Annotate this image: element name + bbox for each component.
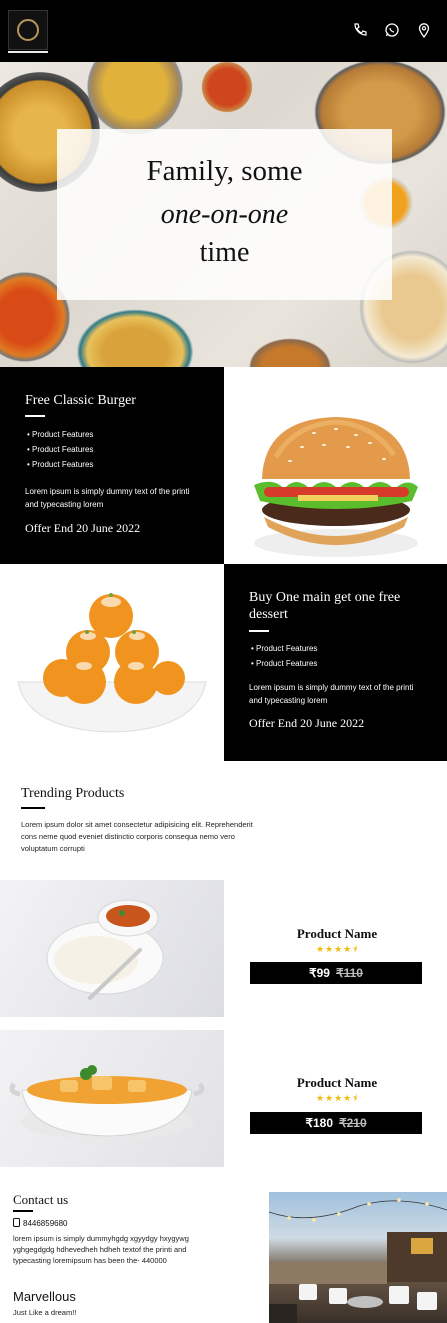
product-name[interactable]: Product Name <box>251 926 423 942</box>
title-underline <box>21 807 45 809</box>
phone-icon[interactable] <box>352 22 368 38</box>
hero-food-bowl <box>240 332 340 367</box>
burger-image <box>224 367 447 564</box>
brand-name: Marvellous <box>13 1289 76 1304</box>
feature-item: • Product Features <box>251 659 318 668</box>
promo-title: Free Classic Burger <box>25 393 136 408</box>
hero-headline-line2: one-on-one <box>160 199 289 230</box>
restaurant-logo[interactable] <box>8 10 48 50</box>
hero-headline-card: Family, some one-on-one time <box>57 129 392 300</box>
product-image[interactable] <box>0 1030 224 1167</box>
price-bar[interactable]: ₹180 ₹210 <box>250 1112 422 1134</box>
offer-end-date: Offer End 20 June 2022 <box>25 521 141 535</box>
feature-item: • Product Features <box>27 430 94 439</box>
product-price: ₹180 <box>305 1116 333 1130</box>
top-navbar <box>0 0 447 62</box>
product-old-price: ₹110 <box>335 966 363 980</box>
phone-number: 8446859680 <box>23 1219 68 1228</box>
hero-headline-line1: Family, some <box>146 155 303 187</box>
feature-item: • Product Features <box>251 644 318 653</box>
offer-end-date: Offer End 20 June 2022 <box>249 716 365 730</box>
product-price: ₹99 <box>309 966 330 980</box>
mobile-phone-icon <box>13 1218 20 1227</box>
promo-title: Buy One main get one free dessert <box>249 590 401 622</box>
hero-headline-line3: time <box>199 237 250 268</box>
logo-underline <box>8 51 48 53</box>
rice-curry-illustration <box>46 899 164 1000</box>
trending-products-title: Trending Products <box>21 786 125 801</box>
promo-description: Lorem ipsum is simply dummy text of the … <box>249 683 414 705</box>
contact-description: lorem ipsum is simply dummyhgdg xgyydgy … <box>13 1234 189 1265</box>
title-underline <box>249 630 269 632</box>
star-rating: ★★★★⯨ <box>315 944 359 954</box>
hero-food-bowl <box>60 297 210 367</box>
title-underline <box>25 415 45 417</box>
restaurant-patio-image <box>269 1192 447 1323</box>
contact-phone[interactable]: 8446859680 <box>13 1218 68 1228</box>
burger-illustration <box>254 417 418 557</box>
title-underline <box>13 1210 33 1212</box>
feature-item: • Product Features <box>27 460 94 469</box>
promo-description: Lorem ipsum is simply dummy text of the … <box>25 487 190 509</box>
patio-illustration <box>269 1198 447 1323</box>
brand-tagline: Just Like a dream!! <box>13 1308 77 1317</box>
price-bar[interactable]: ₹99 ₹110 <box>250 962 422 984</box>
logo-crest-icon <box>17 19 39 41</box>
whatsapp-icon[interactable] <box>384 22 400 38</box>
feature-item: • Product Features <box>27 445 94 454</box>
trending-description: Lorem ipsum dolor sit amet consectetur a… <box>21 820 253 853</box>
product-old-price: ₹210 <box>339 1116 367 1130</box>
curry-dish-illustration <box>9 1065 205 1140</box>
hero-food-bowl <box>198 62 256 116</box>
product-image[interactable] <box>0 880 224 1017</box>
contact-us-title: Contact us <box>13 1192 69 1207</box>
product-name[interactable]: Product Name <box>251 1075 423 1091</box>
location-pin-icon[interactable] <box>416 22 432 38</box>
promo-panel-burger: Free Classic Burger • Product Features •… <box>0 367 224 564</box>
hero-banner: Family, some one-on-one time <box>0 62 447 367</box>
laddu-illustration <box>17 593 207 733</box>
star-rating: ★★★★⯨ <box>315 1093 359 1103</box>
promo-panel-dessert: Buy One main get one free dessert • Prod… <box>224 564 447 761</box>
laddu-dessert-image <box>0 564 224 761</box>
